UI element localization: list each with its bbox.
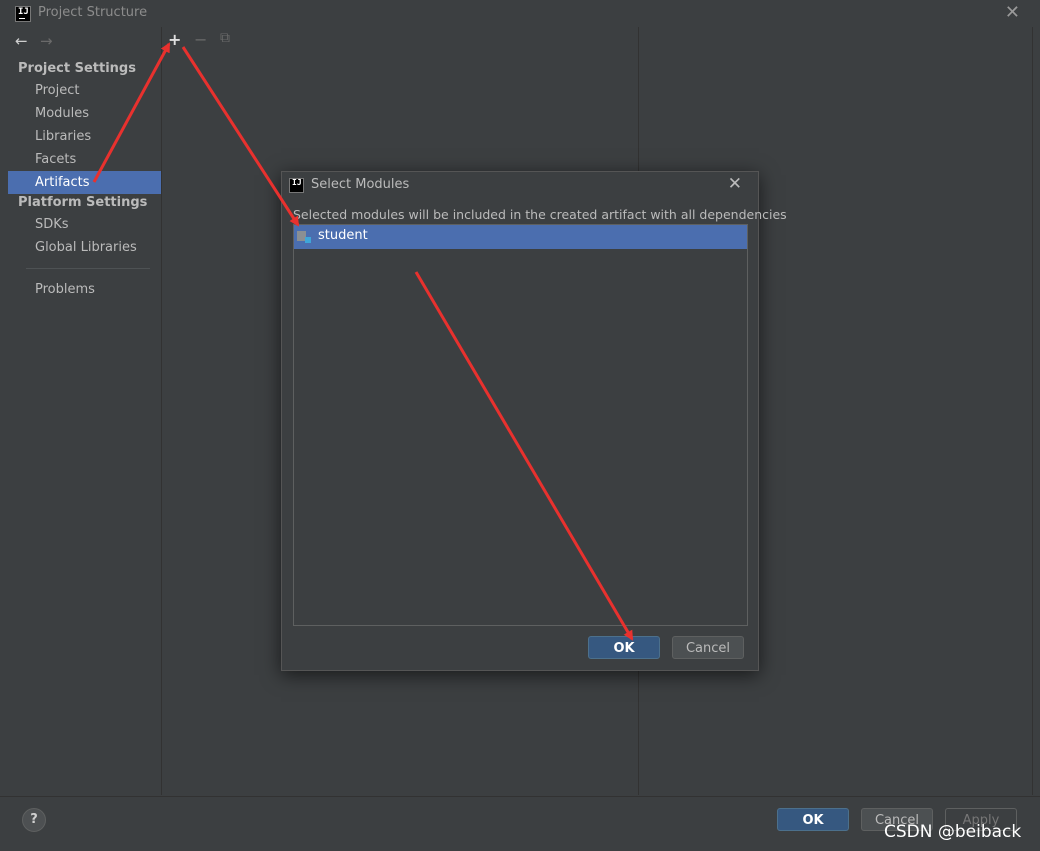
list-item[interactable]: student (294, 225, 747, 249)
sidebar-item-facets[interactable]: Facets (8, 148, 161, 171)
dialog-close-icon[interactable]: ✕ (728, 174, 742, 194)
sidebar-item-libraries[interactable]: Libraries (8, 125, 161, 148)
window-edge (1032, 27, 1040, 795)
back-arrow-icon[interactable]: ← (15, 32, 28, 50)
module-list[interactable]: student (293, 224, 748, 626)
platform-settings-heading: Platform Settings (18, 195, 148, 210)
intellij-logo-icon: IJ (289, 178, 304, 193)
dialog-cancel-button[interactable]: Cancel (672, 636, 744, 659)
forward-arrow-icon[interactable]: → (40, 32, 53, 50)
sidebar-item-global-libraries[interactable]: Global Libraries (8, 236, 161, 259)
sidebar-divider (26, 268, 150, 269)
csdn-watermark: CSDN @beiback (884, 822, 1022, 842)
add-icon[interactable]: + (168, 30, 181, 49)
ok-button[interactable]: OK (777, 808, 849, 831)
dialog-description: Selected modules will be included in the… (293, 207, 787, 222)
module-name: student (318, 228, 368, 243)
dialog-title: Select Modules (311, 177, 410, 192)
dialog-ok-button[interactable]: OK (588, 636, 660, 659)
sidebar-item-problems[interactable]: Problems (8, 278, 161, 301)
copy-icon[interactable]: ⧉ (220, 30, 230, 46)
sidebar-item-project[interactable]: Project (8, 79, 161, 102)
remove-icon[interactable]: − (194, 30, 207, 49)
module-icon (297, 231, 311, 243)
window-title: Project Structure (38, 5, 148, 20)
help-button[interactable]: ? (22, 808, 46, 832)
select-modules-dialog: IJ Select Modules ✕ Selected modules wil… (281, 171, 787, 671)
sidebar-item-artifacts[interactable]: Artifacts (8, 171, 161, 194)
sidebar-item-modules[interactable]: Modules (8, 102, 161, 125)
project-settings-heading: Project Settings (18, 61, 136, 76)
sidebar-item-sdks[interactable]: SDKs (8, 213, 161, 236)
window-close-icon[interactable]: ✕ (1005, 2, 1020, 23)
intellij-logo-icon: IJ (15, 6, 31, 22)
window-titlebar: IJ Project Structure ✕ (0, 0, 1040, 27)
